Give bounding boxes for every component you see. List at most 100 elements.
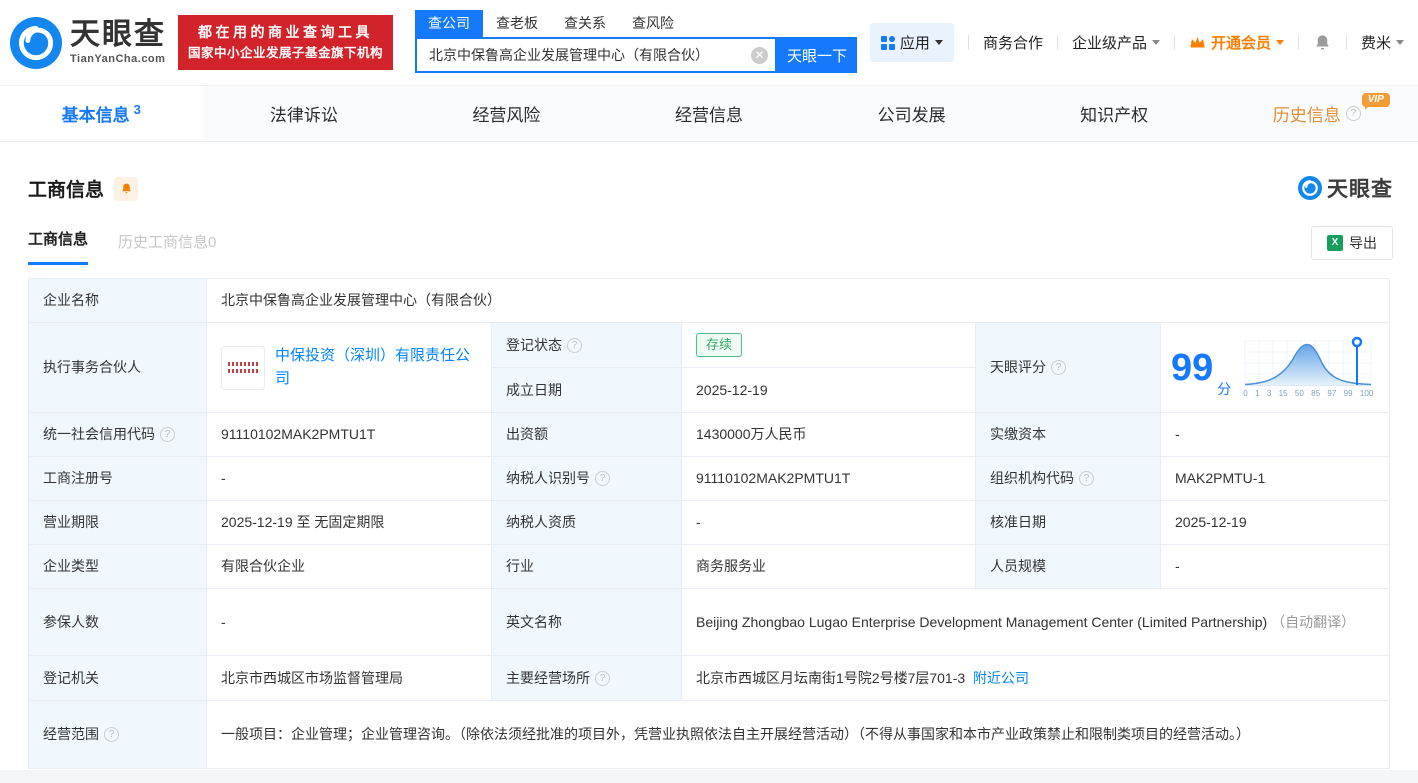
table-row: 参保人数 - 英文名称 Beijing Zhongbao Lugao Enter… — [29, 589, 1389, 656]
table-subrow: 成立日期 2025-12-19 — [492, 368, 975, 412]
nav-vip-label: 开通会员 — [1211, 32, 1271, 53]
excel-icon: X — [1327, 235, 1343, 251]
nav-user[interactable]: 费米 — [1361, 32, 1404, 53]
promo-line1: 都在用的商业查询工具 — [188, 22, 383, 44]
help-icon[interactable]: ? — [595, 671, 610, 686]
partner-company-link[interactable]: 中保投资（深圳）有限责任公司 — [275, 345, 477, 390]
tab-history-info[interactable]: VIP 历史信息 ? — [1215, 86, 1418, 141]
business-term-label: 营业期限 — [29, 501, 207, 544]
nav-vip[interactable]: 开通会员 — [1189, 32, 1284, 53]
topbar: 天眼查 TianYanCha.com 都在用的商业查询工具 国家中小企业发展子基… — [0, 0, 1418, 85]
bell-curve-chart — [1243, 335, 1373, 387]
subtab-business-info[interactable]: 工商信息 — [28, 228, 88, 265]
logo-title: 天眼查 — [70, 20, 166, 50]
search-block: 查公司 查老板 查关系 查风险 ✕ 天眼一下 — [415, 13, 857, 73]
org-code-value: MAK2PMTU-1 — [1161, 457, 1389, 500]
search-tab-boss[interactable]: 查老板 — [483, 10, 551, 37]
status-date-subgrid: 登记状态? 存续 成立日期 2025-12-19 — [492, 323, 976, 412]
promo-banner: 都在用的商业查询工具 国家中小企业发展子基金旗下机构 — [178, 15, 393, 70]
business-scope-value: 一般项目：企业管理；企业管理咨询。（除依法须经批准的项目外，凭营业执照依法自主开… — [207, 701, 1389, 768]
status-badge: 存续 — [696, 333, 742, 357]
section-header: 工商信息 天眼查 — [28, 175, 1390, 202]
reg-authority-value: 北京市西城区市场监督管理局 — [207, 656, 492, 700]
table-row: 营业期限 2025-12-19 至 无固定期限 纳税人资质 - 核准日期 202… — [29, 501, 1389, 545]
tianyancha-watermark: 天眼查 — [1298, 173, 1393, 203]
table-row: 工商注册号 - 纳税人识别号? 91110102MAK2PMTU1T 组织机构代… — [29, 457, 1389, 501]
bell-icon — [1313, 33, 1332, 52]
divider — [1174, 35, 1175, 50]
score-marker-pin — [1353, 338, 1361, 346]
tianyancha-logo-icon — [1298, 176, 1322, 200]
chart-tick-labels: 01 315 5085 9799 100 — [1243, 388, 1373, 400]
search-input[interactable] — [415, 37, 777, 73]
partner-company-logo[interactable] — [221, 346, 265, 390]
business-address-label: 主要经营场所? — [492, 656, 682, 700]
table-row: 执行事务合伙人 中保投资（深圳）有限责任公司 登记状态? 存续 成立日期 202… — [29, 323, 1389, 413]
divider — [1346, 35, 1347, 50]
tab-legal-litigation[interactable]: 法律诉讼 — [203, 86, 406, 141]
search-tab-relation[interactable]: 查关系 — [551, 10, 619, 37]
credit-code-value: 91110102MAK2PMTU1T — [207, 413, 492, 456]
taxpayer-id-value: 91110102MAK2PMTU1T — [682, 457, 976, 500]
chevron-down-icon — [1276, 40, 1284, 45]
table-subrow: 登记状态? 存续 — [492, 323, 975, 368]
reg-status-value: 存续 — [682, 323, 975, 367]
business-info-table: 企业名称 北京中保鲁高企业发展管理中心（有限合伙） 执行事务合伙人 中保投资（深… — [28, 278, 1390, 769]
clear-search-icon[interactable]: ✕ — [751, 47, 768, 64]
nav-apps-label: 应用 — [900, 32, 930, 53]
logo-domain: TianYanCha.com — [70, 54, 166, 65]
nearby-companies-link[interactable]: 附近公司 — [973, 670, 1029, 686]
paid-capital-label: 实缴资本 — [976, 413, 1161, 456]
divider — [1298, 35, 1299, 50]
approval-date-value: 2025-12-19 — [1161, 501, 1389, 544]
subtab-history-business-info[interactable]: 历史工商信息0 — [118, 231, 216, 265]
english-name-value: Beijing Zhongbao Lugao Enterprise Develo… — [682, 589, 1389, 655]
alert-bell-chip[interactable] — [114, 177, 138, 201]
search-tab-risk[interactable]: 查风险 — [619, 10, 687, 37]
nav-cooperation-label: 商务合作 — [983, 32, 1043, 53]
taxpayer-quality-value: - — [682, 501, 976, 544]
company-type-value: 有限合伙企业 — [207, 545, 492, 588]
help-icon[interactable]: ? — [1079, 471, 1094, 486]
tianyan-score-label: 天眼评分? — [976, 323, 1161, 412]
help-icon[interactable]: ? — [595, 471, 610, 486]
establish-date-value: 2025-12-19 — [682, 368, 975, 412]
search-button[interactable]: 天眼一下 — [777, 37, 857, 73]
table-row: 企业名称 北京中保鲁高企业发展管理中心（有限合伙） — [29, 279, 1389, 323]
table-row: 企业类型 有限合伙企业 行业 商务服务业 人员规模 - — [29, 545, 1389, 589]
tab-intellectual-property[interactable]: 知识产权 — [1013, 86, 1216, 141]
tab-operation-info[interactable]: 经营信息 — [608, 86, 811, 141]
chevron-down-icon — [935, 40, 943, 45]
nav-notifications[interactable] — [1313, 33, 1332, 52]
establish-date-label: 成立日期 — [492, 368, 682, 412]
score-distribution-chart: 01 315 5085 9799 100 — [1243, 335, 1373, 400]
help-icon[interactable]: ? — [567, 338, 582, 353]
nav-enterprise-products[interactable]: 企业级产品 — [1072, 32, 1160, 53]
nav-cooperation[interactable]: 商务合作 — [983, 32, 1043, 53]
taxpayer-quality-label: 纳税人资质 — [492, 501, 682, 544]
export-button[interactable]: X 导出 — [1311, 226, 1393, 260]
help-icon[interactable]: ? — [104, 727, 119, 742]
tab-basic-info[interactable]: 基本信息 3 — [0, 86, 203, 141]
help-icon[interactable]: ? — [1346, 106, 1361, 121]
paid-capital-value: - — [1161, 413, 1389, 456]
promo-line2: 国家中小企业发展子基金旗下机构 — [188, 44, 383, 63]
tab-company-development[interactable]: 公司发展 — [810, 86, 1013, 141]
auto-translate-note: （自动翻译） — [1271, 614, 1355, 630]
tab-operation-risk[interactable]: 经营风险 — [405, 86, 608, 141]
tianyancha-logo-icon — [10, 17, 62, 69]
divider — [968, 35, 969, 50]
crown-icon — [1189, 35, 1206, 50]
contribution-value: 1430000万人民币 — [682, 413, 976, 456]
credit-code-label: 统一社会信用代码? — [29, 413, 207, 456]
executive-partner-value: 中保投资（深圳）有限责任公司 — [207, 323, 492, 412]
apps-grid-icon — [881, 36, 895, 50]
taxpayer-id-label: 纳税人识别号? — [492, 457, 682, 500]
search-tab-company[interactable]: 查公司 — [415, 10, 483, 37]
help-icon[interactable]: ? — [1051, 360, 1066, 375]
nav-apps[interactable]: 应用 — [870, 23, 954, 62]
help-icon[interactable]: ? — [160, 427, 175, 442]
subtab-row: 工商信息 历史工商信息0 X 导出 — [28, 228, 1390, 265]
tianyancha-logo[interactable]: 天眼查 TianYanCha.com — [10, 17, 166, 69]
english-name-label: 英文名称 — [492, 589, 682, 655]
